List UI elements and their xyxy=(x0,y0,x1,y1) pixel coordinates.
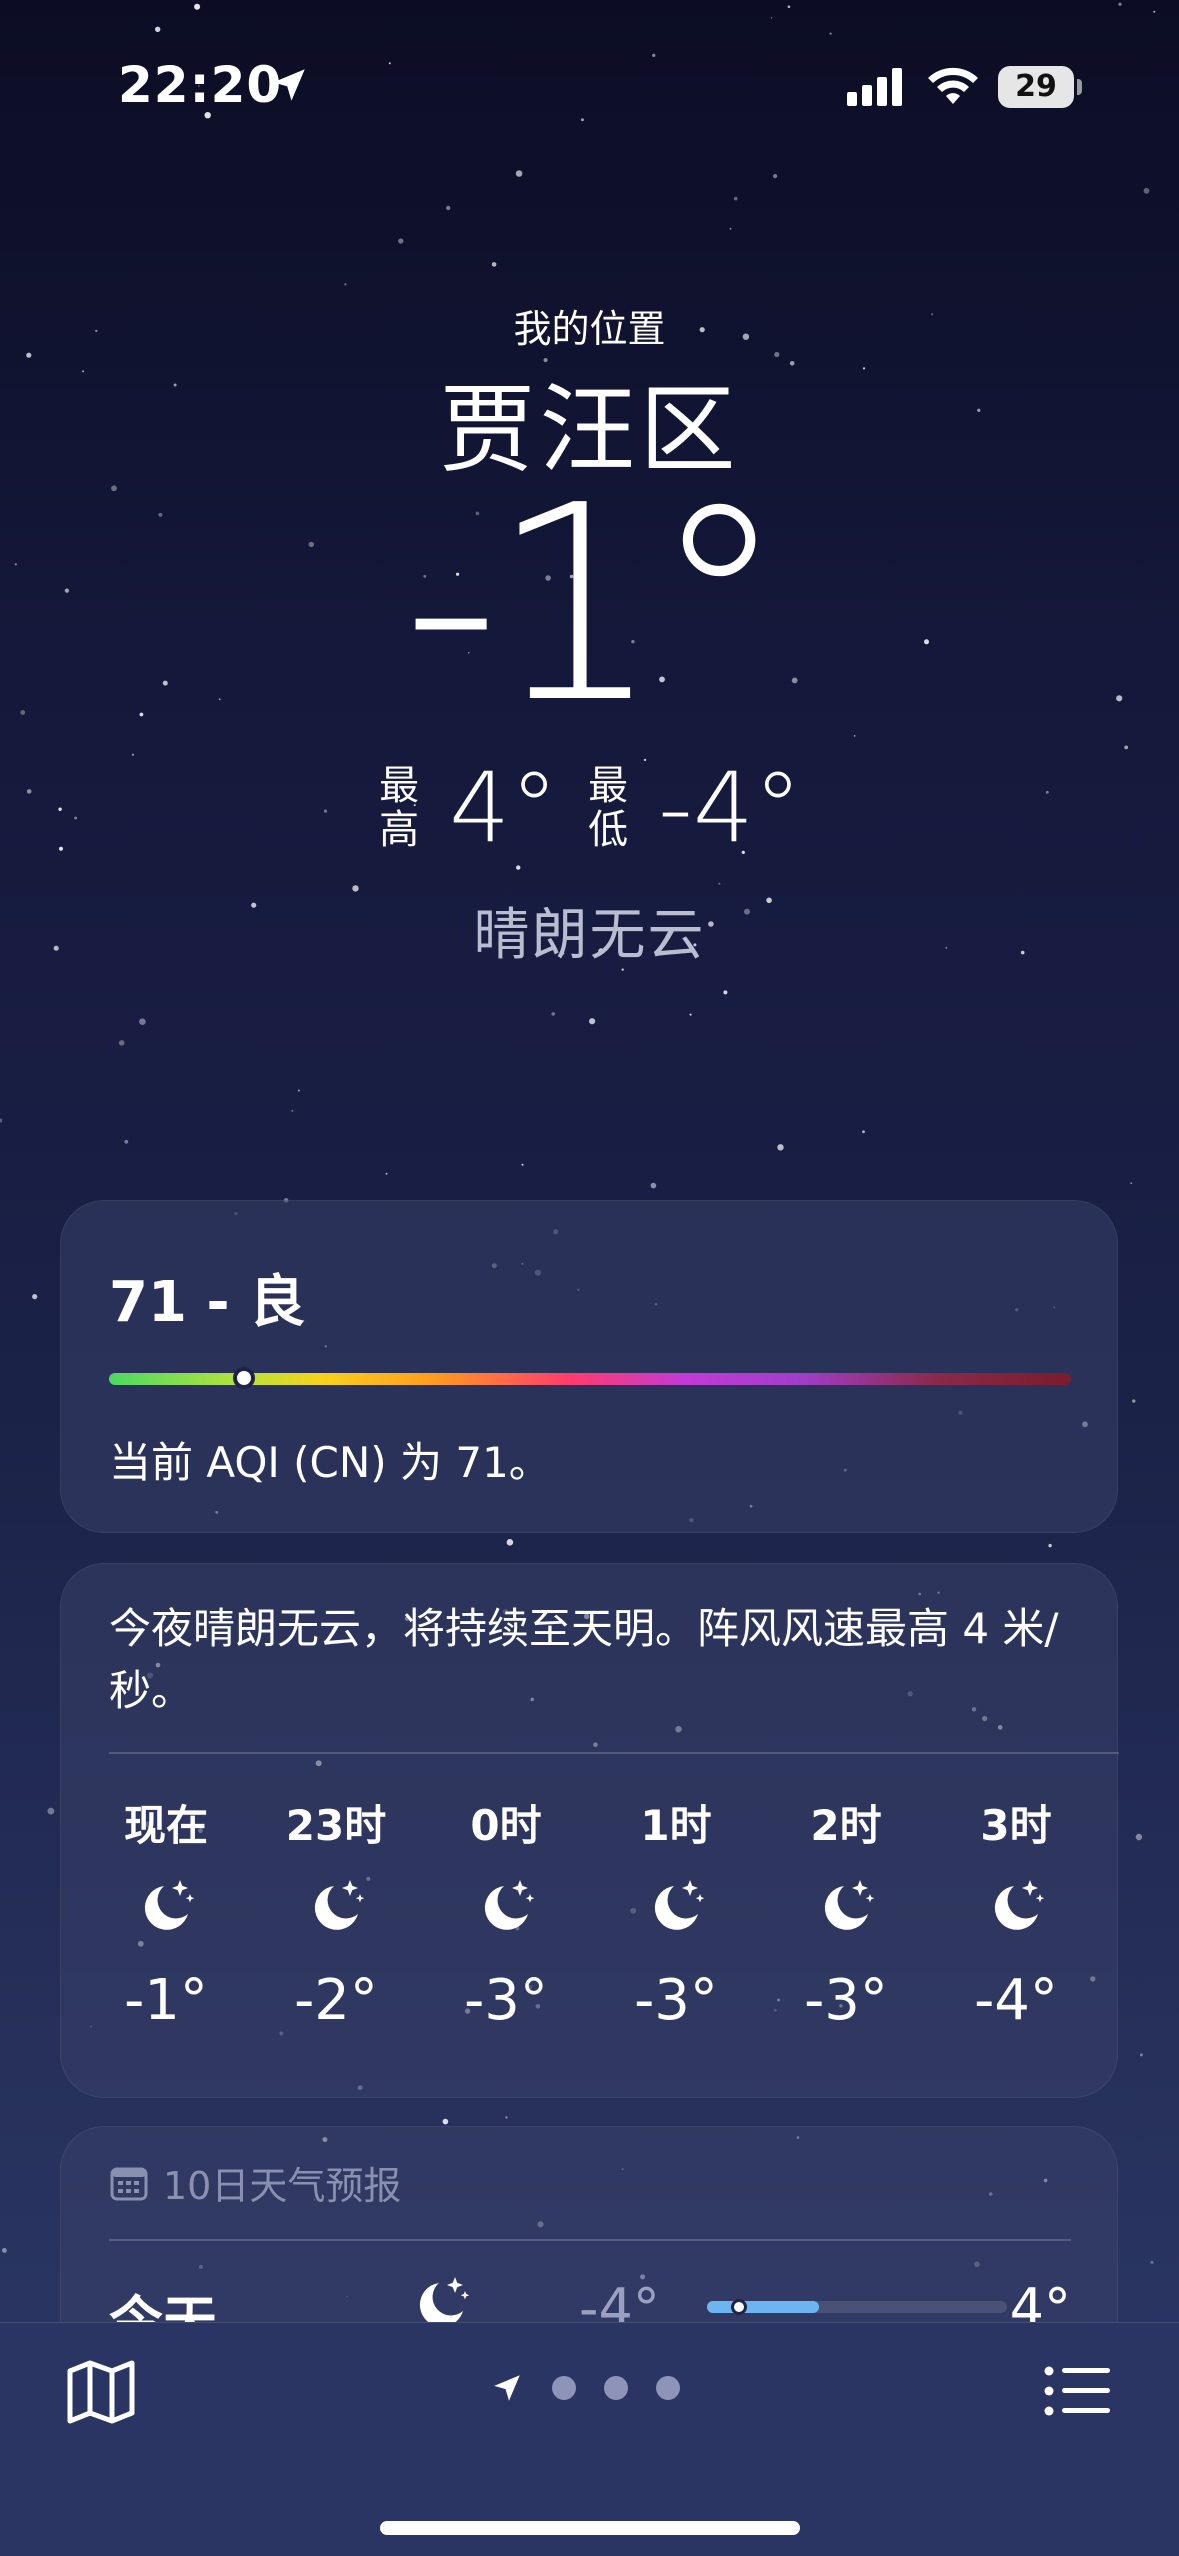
hour-label: 0时 xyxy=(470,1801,542,1850)
my-location-label: 我的位置 xyxy=(513,307,666,351)
low-label: 最低 xyxy=(588,763,629,853)
low-value: -4° xyxy=(658,752,802,864)
hourly-item: 23时 -2° xyxy=(251,1792,421,2033)
bottom-toolbar xyxy=(0,2322,1179,2556)
hourly-item: 2时 -3° xyxy=(761,1792,931,2033)
moon-stars-icon xyxy=(314,1880,365,1930)
ten-day-title: 10日天气预报 xyxy=(163,2164,402,2208)
hour-temp: -3° xyxy=(464,1968,548,2033)
divider xyxy=(109,2239,1071,2241)
location-arrow-icon xyxy=(273,69,305,101)
hourly-item: 现在 -1° xyxy=(81,1792,251,2033)
high-low-temps: 最高 4° 最低 -4° xyxy=(0,760,1179,856)
current-temperature: -1° xyxy=(402,447,786,762)
cellular-signal-icon xyxy=(847,68,902,106)
hourly-item: 3时 -4° xyxy=(931,1792,1101,2033)
hourly-forecast-card[interactable]: 今夜晴朗无云，将持续至天明。阵风风速最高 4 米/秒。 现在 -1° 23时 -… xyxy=(60,1563,1119,2098)
status-time: 22:20 xyxy=(118,56,283,114)
aqi-indicator-dot xyxy=(232,1367,255,1389)
temp-range-fill xyxy=(707,2301,819,2313)
hour-label: 3时 xyxy=(980,1801,1052,1850)
hourly-item: 0时 -3° xyxy=(421,1792,591,2033)
moon-stars-icon xyxy=(484,1880,535,1930)
aqi-description: 当前 AQI (CN) 为 71。 xyxy=(109,1438,551,1487)
wifi-icon xyxy=(928,67,978,104)
hour-temp: -1° xyxy=(124,1968,208,2033)
hour-label: 23时 xyxy=(285,1801,387,1850)
aqi-card[interactable]: 71 - 良 当前 AQI (CN) 为 71。 xyxy=(60,1200,1118,1533)
moon-stars-icon xyxy=(654,1880,705,1930)
moon-stars-icon xyxy=(994,1880,1045,1930)
page-indicator[interactable] xyxy=(490,2371,680,2405)
hour-temp: -3° xyxy=(804,1968,888,2033)
list-icon[interactable] xyxy=(1044,2365,1112,2417)
home-indicator xyxy=(380,2521,800,2535)
map-icon[interactable] xyxy=(66,2359,136,2425)
page-dot xyxy=(656,2376,680,2400)
moon-stars-icon xyxy=(144,1880,195,1930)
moon-stars-icon xyxy=(824,1880,875,1930)
aqi-title: 71 - 良 xyxy=(109,1270,306,1335)
hour-label: 2时 xyxy=(810,1801,882,1850)
high-value: 4° xyxy=(449,752,559,864)
hour-label: 1时 xyxy=(640,1801,712,1850)
high-label: 最高 xyxy=(379,763,420,853)
hour-temp: -4° xyxy=(974,1968,1058,2033)
divider xyxy=(109,1752,1119,1754)
hourly-item: 1时 -3° xyxy=(591,1792,761,2033)
hour-label: 现在 xyxy=(123,1801,208,1850)
weather-condition: 晴朗无云 xyxy=(473,903,706,968)
page-dot xyxy=(604,2376,628,2400)
page-dot xyxy=(552,2376,576,2400)
ten-day-header: 10日天气预报 xyxy=(109,2155,401,2210)
hour-temp: -3° xyxy=(634,1968,718,2033)
calendar-icon xyxy=(110,2167,148,2200)
battery-icon: 29 xyxy=(998,66,1082,108)
location-arrow-icon xyxy=(494,2375,520,2401)
hourly-list[interactable]: 现在 -1° 23时 -2° 0时 -3° 1时 -3° 2时 -3° 3时 -… xyxy=(81,1792,1101,2033)
hourly-summary: 今夜晴朗无云，将持续至天明。阵风风速最高 4 米/秒。 xyxy=(109,1604,1059,1715)
hour-temp: -2° xyxy=(294,1968,378,2033)
current-temp-dot xyxy=(731,2299,747,2315)
